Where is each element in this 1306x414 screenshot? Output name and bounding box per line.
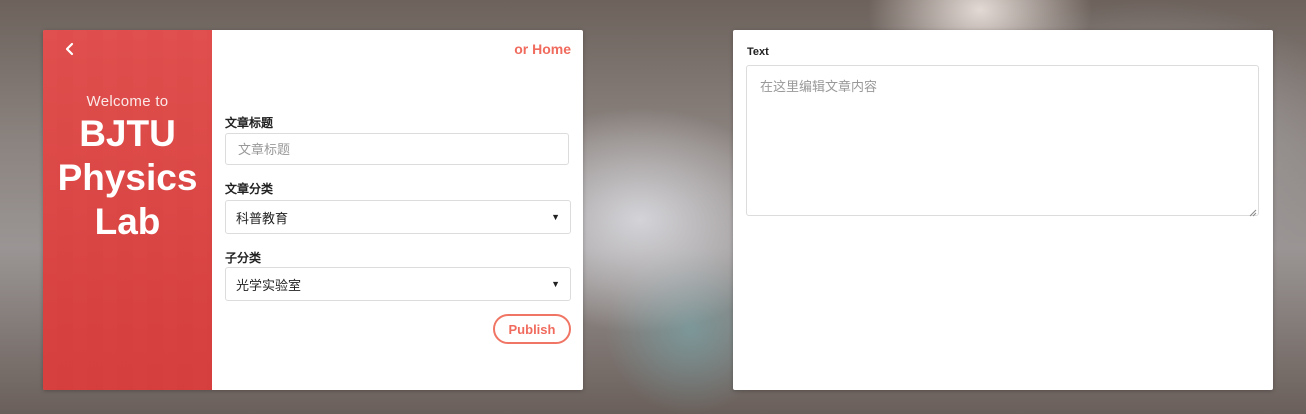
dropdown-caret-icon: ▼ xyxy=(551,279,560,289)
subcategory-label: 子分类 xyxy=(225,251,262,265)
brand-title: BJTU Physics Lab xyxy=(57,113,198,242)
welcome-text: Welcome to xyxy=(86,93,169,110)
article-form: or Home 文章标题 文章分类 科普教育 ▼ 子分类 光学实验室 ▼ Pub… xyxy=(225,30,571,390)
category-selected-value: 科普教育 xyxy=(236,210,289,226)
back-arrow-icon[interactable] xyxy=(61,40,79,58)
publish-card: Welcome to BJTU Physics Lab or Home 文章标题… xyxy=(43,30,583,390)
publish-button[interactable]: Publish xyxy=(493,314,571,344)
title-label: 文章标题 xyxy=(225,116,274,130)
category-select[interactable]: 科普教育 ▼ xyxy=(225,200,571,234)
text-label: Text xyxy=(747,46,769,58)
welcome-panel: Welcome to BJTU Physics Lab xyxy=(43,30,212,390)
title-input[interactable] xyxy=(225,133,569,165)
category-label: 文章分类 xyxy=(225,182,274,196)
editor-card: Text xyxy=(733,30,1273,390)
dropdown-caret-icon: ▼ xyxy=(551,212,560,222)
home-link[interactable]: or Home xyxy=(514,41,571,57)
subcategory-select[interactable]: 光学实验室 ▼ xyxy=(225,267,571,301)
article-text-area[interactable] xyxy=(746,65,1259,216)
subcategory-selected-value: 光学实验室 xyxy=(236,277,302,293)
